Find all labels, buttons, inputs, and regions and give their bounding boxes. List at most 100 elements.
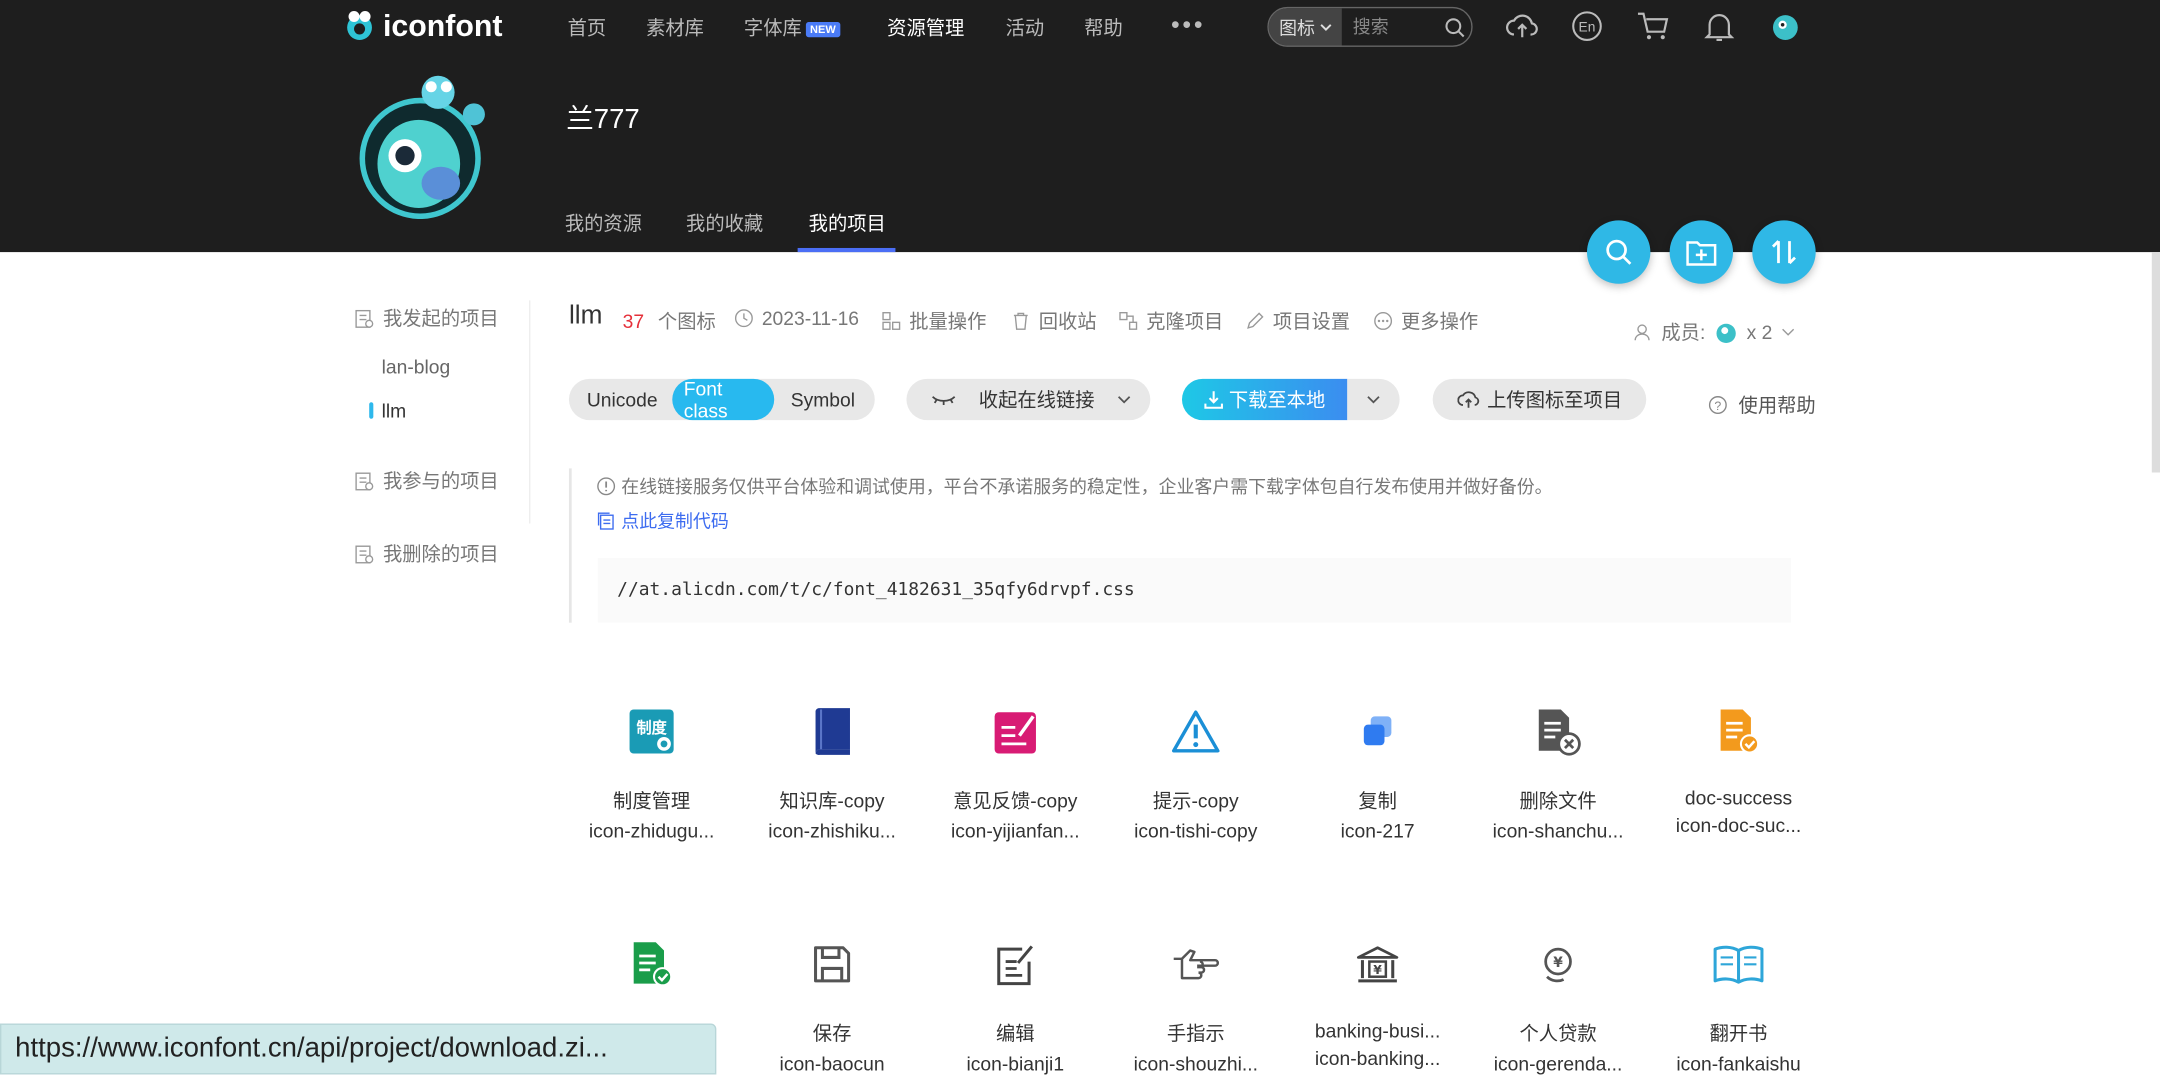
edit-icon: [926, 931, 1105, 997]
nav-home[interactable]: 首页: [568, 14, 607, 42]
clock-icon: [734, 309, 753, 328]
search-input[interactable]: [1352, 16, 1436, 38]
icon-card[interactable]: 编辑 icon-bianji1: [926, 931, 1105, 1075]
upload-icons-button[interactable]: 上传图标至项目: [1432, 378, 1647, 421]
more-menu-icon[interactable]: •••: [1171, 11, 1205, 40]
sort-button[interactable]: [1752, 220, 1816, 284]
members-label: 成员:: [1661, 320, 1706, 344]
code-format-toggle: Unicode Font class Symbol: [568, 377, 875, 422]
hand-point-icon: [1106, 931, 1285, 997]
batch-operation-button[interactable]: 批量操作: [882, 307, 986, 335]
search-bar: 图标: [1267, 6, 1473, 47]
icon-name: 意见反馈-copy: [953, 789, 1078, 812]
icon-card[interactable]: ¥ 个人贷款 icon-gerenda...: [1469, 931, 1648, 1075]
icon-name: 手指示: [1166, 1022, 1225, 1045]
scrollbar-thumb[interactable]: [2151, 252, 2160, 473]
bell-icon[interactable]: [1701, 8, 1737, 44]
icon-name: 删除文件: [1519, 789, 1597, 812]
nav-fonts[interactable]: 字体库 NEW: [744, 14, 840, 42]
nav-materials[interactable]: 素材库: [646, 14, 704, 42]
icon-name: 制度管理: [613, 789, 691, 812]
username: 兰777: [566, 104, 640, 136]
segment-symbol[interactable]: Symbol: [774, 379, 872, 420]
more-actions-label: 更多操作: [1401, 309, 1479, 333]
icon-card[interactable]: 删除文件 icon-shanchu...: [1469, 698, 1648, 842]
chevron-down-icon: [1367, 396, 1380, 404]
icon-card[interactable]: 翻开书 icon-fankaishu: [1649, 931, 1828, 1075]
icon-card[interactable]: 制度 制度管理 icon-zhidugu...: [562, 698, 741, 842]
nav-resources[interactable]: 资源管理: [887, 14, 964, 42]
nav-activity[interactable]: 活动: [1006, 14, 1045, 42]
batch-icon: [882, 312, 901, 330]
pencil-icon: [1247, 312, 1264, 329]
iconfont-logo[interactable]: iconfont: [342, 7, 503, 46]
search-icon[interactable]: [1444, 16, 1466, 38]
copy-icon: [1288, 698, 1467, 764]
sidebar-item-lan-blog[interactable]: lan-blog: [382, 355, 451, 377]
members-dropdown[interactable]: 成员: x 2: [1634, 318, 1795, 346]
icon-card[interactable]: [562, 931, 741, 1019]
bank-icon: ¥: [1288, 931, 1467, 997]
sidebar-deleted-label: 我删除的项目: [382, 542, 499, 565]
collapse-link-label: 收起在线链接: [978, 388, 1095, 411]
icon-card[interactable]: 知识库-copy icon-zhishiku...: [743, 698, 922, 842]
download-options-button[interactable]: [1347, 378, 1400, 421]
sidebar-started-projects[interactable]: 我发起的项目: [354, 304, 499, 332]
header: [0, 0, 2160, 253]
book-icon: [743, 698, 922, 764]
chevron-down-icon: [1319, 23, 1331, 31]
tab-my-resources[interactable]: 我的资源: [565, 209, 642, 237]
nav-help[interactable]: 帮助: [1084, 14, 1123, 42]
clone-project-button[interactable]: 克隆项目: [1119, 307, 1223, 335]
icon-card[interactable]: 提示-copy icon-tishi-copy: [1106, 698, 1285, 842]
svg-text:En: En: [1579, 20, 1596, 35]
segment-font-class[interactable]: Font class: [672, 377, 774, 422]
icon-class: icon-bianji1: [966, 1052, 1065, 1075]
icon-card[interactable]: 保存 icon-baocun: [743, 931, 922, 1075]
trash-icon: [1013, 312, 1028, 330]
collapse-link-button[interactable]: 收起在线链接: [906, 378, 1151, 421]
members-icon: [1634, 324, 1650, 341]
svg-text:¥: ¥: [1553, 955, 1563, 971]
css-link-code[interactable]: //at.alicdn.com/t/c/font_4182631_35qfy6d…: [597, 557, 1791, 623]
svg-text:?: ?: [1714, 399, 1721, 413]
icon-card[interactable]: doc-success icon-doc-suc...: [1649, 698, 1828, 836]
icon-count-number: 37: [622, 309, 645, 333]
sidebar-item-llm[interactable]: llm: [382, 400, 407, 422]
project-doc-icon: [355, 471, 374, 490]
upload-icons-label: 上传图标至项目: [1487, 388, 1623, 411]
icon-card[interactable]: 手指示 icon-shouzhi...: [1106, 931, 1285, 1075]
download-label: 下载至本地: [1228, 388, 1326, 411]
search-icon: [1606, 239, 1632, 265]
icon-name: doc-success: [1684, 786, 1793, 809]
project-settings-button[interactable]: 项目设置: [1245, 307, 1350, 335]
upload-cloud-icon[interactable]: [1504, 8, 1540, 44]
icon-card[interactable]: ¥ banking-busi... icon-banking...: [1288, 931, 1467, 1069]
open-book-icon: [1649, 931, 1828, 997]
info-circle-icon: [597, 476, 616, 495]
icon-card[interactable]: 意见反馈-copy icon-yijianfan...: [926, 698, 1105, 842]
usage-help-label: 使用帮助: [1738, 393, 1816, 417]
sidebar-deleted-projects[interactable]: 我删除的项目: [354, 540, 499, 568]
recycle-bin-button[interactable]: 回收站: [1011, 307, 1097, 335]
search-type-select[interactable]: 图标: [1268, 8, 1342, 46]
language-en-icon[interactable]: En: [1569, 8, 1605, 44]
new-project-button[interactable]: [1669, 220, 1734, 284]
cart-icon[interactable]: [1635, 8, 1671, 44]
search-project-button[interactable]: [1586, 220, 1651, 284]
download-button[interactable]: 下载至本地: [1181, 378, 1348, 421]
tab-my-favorites[interactable]: 我的收藏: [686, 209, 763, 237]
user-avatar-small[interactable]: [1767, 8, 1803, 44]
svg-text:制度: 制度: [636, 719, 667, 737]
clone-icon: [1119, 312, 1138, 330]
svg-text:¥: ¥: [1373, 962, 1382, 977]
icon-card[interactable]: 复制 icon-217: [1288, 698, 1467, 842]
more-actions-button[interactable]: 更多操作: [1373, 307, 1478, 335]
sidebar-participated-projects[interactable]: 我参与的项目: [354, 467, 499, 495]
warning-icon: [1106, 698, 1285, 764]
copy-code-link[interactable]: 点此复制代码: [597, 507, 729, 533]
tab-my-projects[interactable]: 我的项目: [809, 209, 886, 237]
segment-unicode[interactable]: Unicode: [572, 379, 673, 420]
usage-help-link[interactable]: ? 使用帮助: [1708, 391, 1816, 419]
project-date: 2023-11-16: [734, 307, 859, 329]
